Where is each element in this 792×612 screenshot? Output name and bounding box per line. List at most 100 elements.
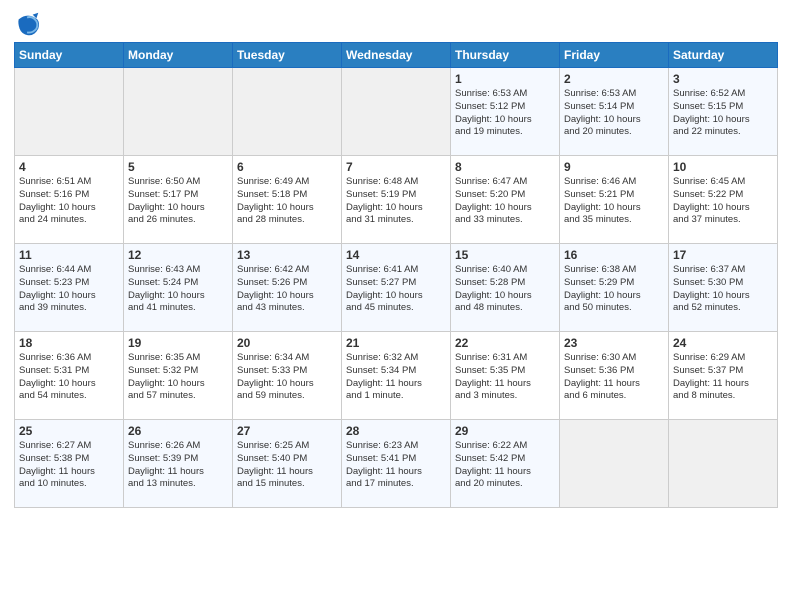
calendar-cell: 25 Sunrise: 6:27 AM Sunset: 5:38 PM Dayli… [15, 420, 124, 508]
calendar-cell: 4 Sunrise: 6:51 AM Sunset: 5:16 PM Daylig… [15, 156, 124, 244]
day-number: 11 [19, 248, 119, 262]
week-row-5: 25 Sunrise: 6:27 AM Sunset: 5:38 PM Dayli… [15, 420, 778, 508]
calendar-cell: 18 Sunrise: 6:36 AM Sunset: 5:31 PM Dayli… [15, 332, 124, 420]
day-info: Sunrise: 6:23 AM Sunset: 5:41 PM Dayligh… [346, 440, 446, 491]
calendar-cell: 7 Sunrise: 6:48 AM Sunset: 5:19 PM Daylig… [342, 156, 451, 244]
day-info: Sunrise: 6:53 AM Sunset: 5:12 PM Dayligh… [455, 88, 555, 139]
day-number: 21 [346, 336, 446, 350]
calendar-cell: 19 Sunrise: 6:35 AM Sunset: 5:32 PM Dayli… [124, 332, 233, 420]
day-info: Sunrise: 6:29 AM Sunset: 5:37 PM Dayligh… [673, 352, 773, 403]
day-number: 26 [128, 424, 228, 438]
header-day-friday: Friday [560, 43, 669, 68]
day-info: Sunrise: 6:34 AM Sunset: 5:33 PM Dayligh… [237, 352, 337, 403]
day-info: Sunrise: 6:43 AM Sunset: 5:24 PM Dayligh… [128, 264, 228, 315]
header-day-wednesday: Wednesday [342, 43, 451, 68]
calendar-cell: 5 Sunrise: 6:50 AM Sunset: 5:17 PM Daylig… [124, 156, 233, 244]
day-info: Sunrise: 6:49 AM Sunset: 5:18 PM Dayligh… [237, 176, 337, 227]
day-number: 14 [346, 248, 446, 262]
page-container: SundayMondayTuesdayWednesdayThursdayFrid… [0, 0, 792, 518]
calendar-cell: 1Sunrise: 6:53 AM Sunset: 5:12 PM Daylig… [451, 68, 560, 156]
calendar-table: SundayMondayTuesdayWednesdayThursdayFrid… [14, 42, 778, 508]
calendar-cell: 22Sunrise: 6:31 AM Sunset: 5:35 PM Dayli… [451, 332, 560, 420]
calendar-cell: 26 Sunrise: 6:26 AM Sunset: 5:39 PM Dayli… [124, 420, 233, 508]
header [14, 10, 778, 38]
calendar-cell: 6 Sunrise: 6:49 AM Sunset: 5:18 PM Daylig… [233, 156, 342, 244]
day-info: Sunrise: 6:46 AM Sunset: 5:21 PM Dayligh… [564, 176, 664, 227]
calendar-cell: 27Sunrise: 6:25 AM Sunset: 5:40 PM Dayli… [233, 420, 342, 508]
calendar-cell: 15Sunrise: 6:40 AM Sunset: 5:28 PM Dayli… [451, 244, 560, 332]
header-day-thursday: Thursday [451, 43, 560, 68]
header-row: SundayMondayTuesdayWednesdayThursdayFrid… [15, 43, 778, 68]
calendar-cell: 11 Sunrise: 6:44 AM Sunset: 5:23 PM Dayli… [15, 244, 124, 332]
calendar-cell: 10 Sunrise: 6:45 AM Sunset: 5:22 PM Dayli… [669, 156, 778, 244]
day-number: 6 [237, 160, 337, 174]
day-number: 15 [455, 248, 555, 262]
calendar-cell: 28 Sunrise: 6:23 AM Sunset: 5:41 PM Dayli… [342, 420, 451, 508]
calendar-cell: 3 Sunrise: 6:52 AM Sunset: 5:15 PM Daylig… [669, 68, 778, 156]
day-info: Sunrise: 6:48 AM Sunset: 5:19 PM Dayligh… [346, 176, 446, 227]
day-number: 9 [564, 160, 664, 174]
calendar-cell [124, 68, 233, 156]
day-info: Sunrise: 6:30 AM Sunset: 5:36 PM Dayligh… [564, 352, 664, 403]
logo [14, 10, 46, 38]
calendar-cell: 20 Sunrise: 6:34 AM Sunset: 5:33 PM Dayli… [233, 332, 342, 420]
day-info: Sunrise: 6:53 AM Sunset: 5:14 PM Dayligh… [564, 88, 664, 139]
calendar-cell: 24 Sunrise: 6:29 AM Sunset: 5:37 PM Dayli… [669, 332, 778, 420]
calendar-cell: 12 Sunrise: 6:43 AM Sunset: 5:24 PM Dayli… [124, 244, 233, 332]
calendar-cell [342, 68, 451, 156]
calendar-cell [15, 68, 124, 156]
calendar-cell: 8 Sunrise: 6:47 AM Sunset: 5:20 PM Daylig… [451, 156, 560, 244]
week-row-1: 1Sunrise: 6:53 AM Sunset: 5:12 PM Daylig… [15, 68, 778, 156]
day-info: Sunrise: 6:52 AM Sunset: 5:15 PM Dayligh… [673, 88, 773, 139]
day-number: 25 [19, 424, 119, 438]
day-number: 24 [673, 336, 773, 350]
day-number: 28 [346, 424, 446, 438]
calendar-cell [233, 68, 342, 156]
day-number: 4 [19, 160, 119, 174]
day-info: Sunrise: 6:45 AM Sunset: 5:22 PM Dayligh… [673, 176, 773, 227]
day-number: 7 [346, 160, 446, 174]
day-number: 13 [237, 248, 337, 262]
day-info: Sunrise: 6:38 AM Sunset: 5:29 PM Dayligh… [564, 264, 664, 315]
logo-icon [14, 10, 42, 38]
day-number: 12 [128, 248, 228, 262]
day-number: 16 [564, 248, 664, 262]
day-number: 29 [455, 424, 555, 438]
calendar-cell [560, 420, 669, 508]
day-info: Sunrise: 6:44 AM Sunset: 5:23 PM Dayligh… [19, 264, 119, 315]
header-day-monday: Monday [124, 43, 233, 68]
day-number: 18 [19, 336, 119, 350]
day-info: Sunrise: 6:25 AM Sunset: 5:40 PM Dayligh… [237, 440, 337, 491]
day-number: 17 [673, 248, 773, 262]
day-info: Sunrise: 6:47 AM Sunset: 5:20 PM Dayligh… [455, 176, 555, 227]
week-row-4: 18 Sunrise: 6:36 AM Sunset: 5:31 PM Dayli… [15, 332, 778, 420]
calendar-cell: 21Sunrise: 6:32 AM Sunset: 5:34 PM Dayli… [342, 332, 451, 420]
day-info: Sunrise: 6:27 AM Sunset: 5:38 PM Dayligh… [19, 440, 119, 491]
day-number: 20 [237, 336, 337, 350]
calendar-cell: 23 Sunrise: 6:30 AM Sunset: 5:36 PM Dayli… [560, 332, 669, 420]
header-day-tuesday: Tuesday [233, 43, 342, 68]
day-number: 3 [673, 72, 773, 86]
week-row-3: 11 Sunrise: 6:44 AM Sunset: 5:23 PM Dayli… [15, 244, 778, 332]
calendar-cell: 14Sunrise: 6:41 AM Sunset: 5:27 PM Dayli… [342, 244, 451, 332]
day-info: Sunrise: 6:51 AM Sunset: 5:16 PM Dayligh… [19, 176, 119, 227]
calendar-cell: 9 Sunrise: 6:46 AM Sunset: 5:21 PM Daylig… [560, 156, 669, 244]
calendar-cell: 13 Sunrise: 6:42 AM Sunset: 5:26 PM Dayli… [233, 244, 342, 332]
day-number: 2 [564, 72, 664, 86]
day-info: Sunrise: 6:37 AM Sunset: 5:30 PM Dayligh… [673, 264, 773, 315]
day-number: 23 [564, 336, 664, 350]
day-number: 19 [128, 336, 228, 350]
day-info: Sunrise: 6:42 AM Sunset: 5:26 PM Dayligh… [237, 264, 337, 315]
day-info: Sunrise: 6:22 AM Sunset: 5:42 PM Dayligh… [455, 440, 555, 491]
day-number: 5 [128, 160, 228, 174]
day-info: Sunrise: 6:36 AM Sunset: 5:31 PM Dayligh… [19, 352, 119, 403]
calendar-cell: 17 Sunrise: 6:37 AM Sunset: 5:30 PM Dayli… [669, 244, 778, 332]
day-number: 8 [455, 160, 555, 174]
day-info: Sunrise: 6:26 AM Sunset: 5:39 PM Dayligh… [128, 440, 228, 491]
day-info: Sunrise: 6:31 AM Sunset: 5:35 PM Dayligh… [455, 352, 555, 403]
week-row-2: 4 Sunrise: 6:51 AM Sunset: 5:16 PM Daylig… [15, 156, 778, 244]
calendar-cell: 29 Sunrise: 6:22 AM Sunset: 5:42 PM Dayli… [451, 420, 560, 508]
day-info: Sunrise: 6:35 AM Sunset: 5:32 PM Dayligh… [128, 352, 228, 403]
day-number: 10 [673, 160, 773, 174]
day-info: Sunrise: 6:50 AM Sunset: 5:17 PM Dayligh… [128, 176, 228, 227]
